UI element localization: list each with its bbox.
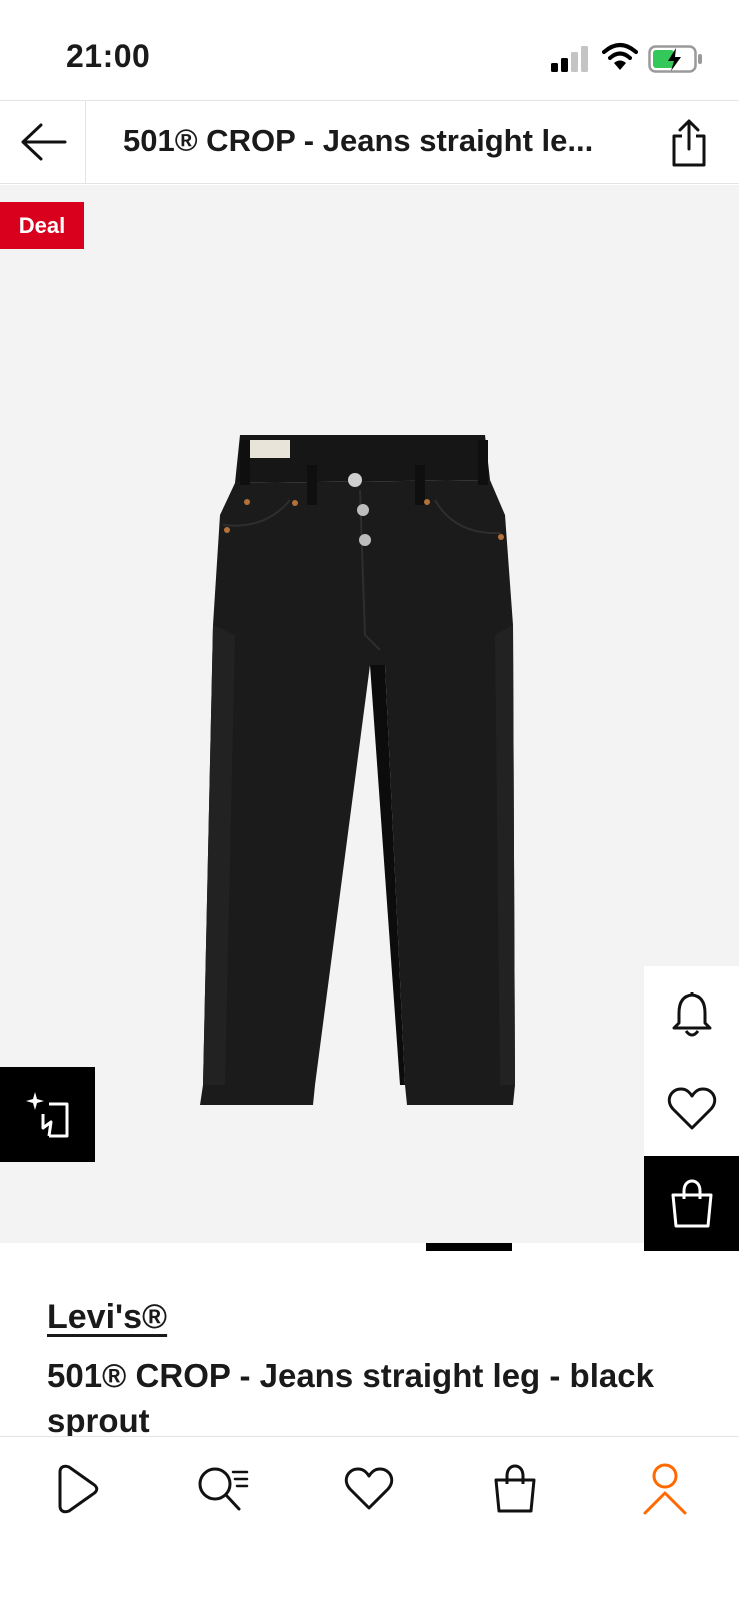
carousel-indicator [426, 1243, 512, 1251]
nav-profile[interactable] [635, 1459, 695, 1519]
page-title: 501® CROP - Jeans straight le... [123, 123, 594, 158]
signal-icon [551, 46, 588, 72]
nav-discover[interactable] [45, 1459, 105, 1519]
bag-icon [671, 1178, 712, 1227]
brand-link[interactable]: Levi's® [47, 1298, 167, 1337]
similar-items-button[interactable] [0, 1067, 95, 1162]
play-icon [58, 1464, 99, 1514]
person-icon [643, 1463, 687, 1515]
search-icon [198, 1467, 249, 1511]
wishlist-button[interactable] [644, 1061, 739, 1156]
nav-bag[interactable] [485, 1459, 545, 1519]
add-to-bag-button[interactable] [644, 1156, 739, 1251]
nav-search[interactable] [192, 1459, 252, 1519]
product-image[interactable] [195, 305, 550, 1115]
notify-button[interactable] [644, 966, 739, 1061]
heart-icon [344, 1467, 394, 1510]
share-button[interactable] [664, 117, 714, 169]
status-bar: 21:00 [0, 0, 739, 100]
bag-icon [494, 1464, 536, 1513]
nav-wishlist[interactable] [339, 1459, 399, 1519]
side-actions [644, 966, 739, 1251]
back-button[interactable] [0, 101, 86, 183]
heart-icon [667, 1087, 716, 1129]
share-icon [672, 119, 706, 167]
status-time: 21:00 [66, 38, 151, 74]
battery-icon [648, 45, 702, 73]
wifi-icon [602, 43, 638, 70]
top-bar: 501® CROP - Jeans straight le... [0, 100, 739, 184]
bell-icon [672, 991, 711, 1036]
deal-badge: Deal [0, 202, 84, 249]
bottom-nav [0, 1436, 739, 1600]
arrow-left-icon [21, 123, 66, 161]
similar-items-icon [25, 1091, 68, 1137]
product-image-gallery[interactable]: Deal [0, 185, 739, 1251]
product-name: 501® CROP - Jeans straight leg - black s… [47, 1357, 654, 1439]
